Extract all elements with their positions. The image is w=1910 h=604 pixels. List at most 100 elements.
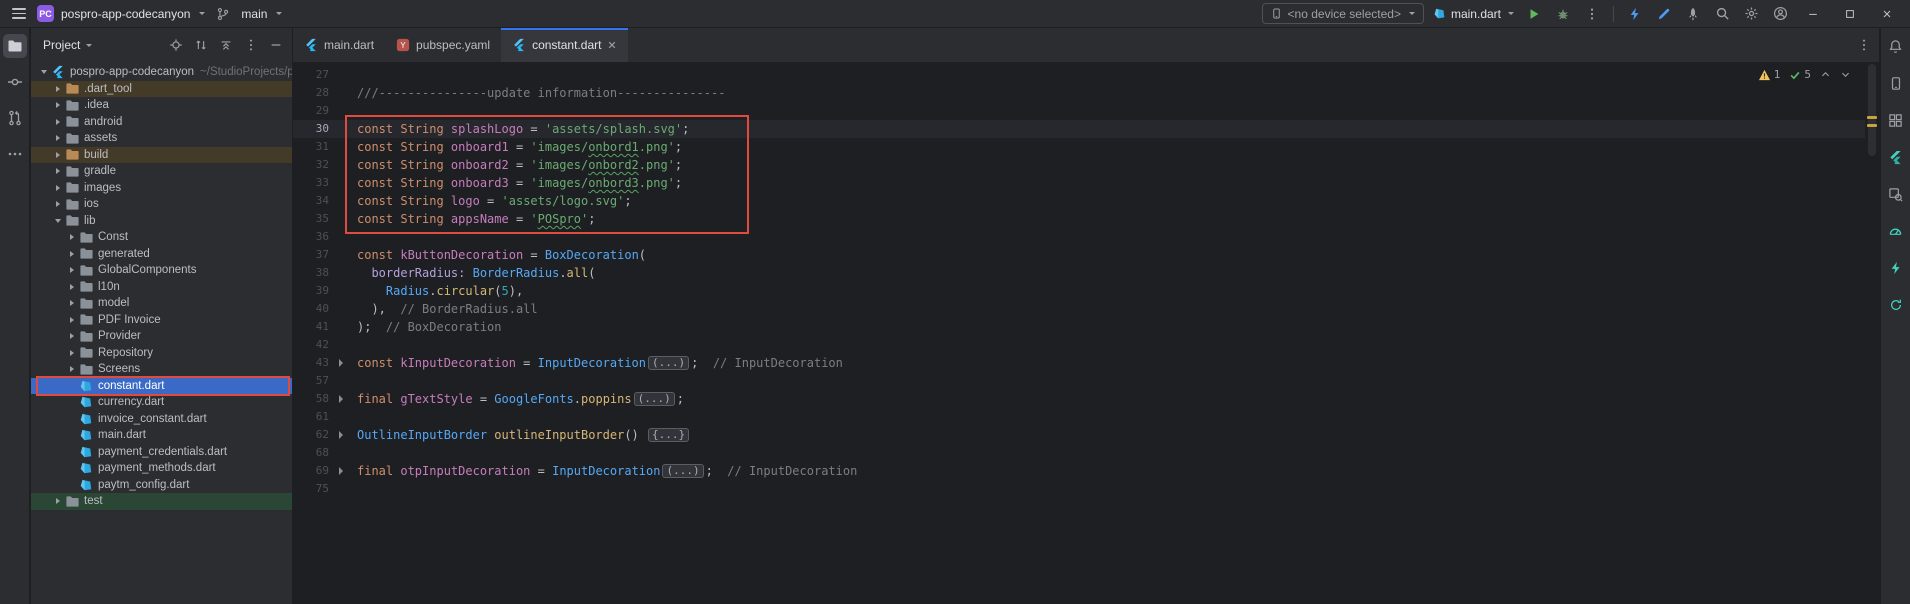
tree-item-test[interactable]: test [31,493,292,510]
project-name[interactable]: pospro-app-codecanyon [61,7,190,21]
code-text[interactable]: ), // BorderRadius.all [351,300,538,318]
tab-main.dart[interactable]: main.dart [293,28,385,62]
maximize-button[interactable] [1835,2,1865,26]
tree-item-Repository[interactable]: Repository [31,345,292,362]
chevron-right-icon[interactable] [51,168,64,174]
tree-item-main.dart[interactable]: main.dart [31,427,292,444]
fold-marker-icon[interactable] [331,390,351,408]
chevron-right-icon[interactable] [65,300,78,306]
fold-marker-icon[interactable] [331,426,351,444]
notifications-icon[interactable] [1884,34,1908,58]
code-text[interactable]: const String onboard3 = 'images/onbord3.… [351,174,682,192]
pull-requests-tool-window-icon[interactable] [3,106,27,130]
tree-item-.idea[interactable]: .idea [31,97,292,114]
next-problem-icon[interactable] [1840,69,1851,80]
tree-item-build[interactable]: build [31,147,292,164]
debug-button[interactable] [1552,3,1574,25]
code-text[interactable]: OutlineInputBorder outlineInputBorder() … [351,426,691,444]
main-menu-icon[interactable] [8,3,30,25]
tree-item-generated[interactable]: generated [31,246,292,263]
code-text[interactable] [351,336,357,354]
code-text[interactable]: const String splashLogo = 'assets/splash… [351,120,689,138]
code-text[interactable] [351,228,357,246]
commit-tool-window-icon[interactable] [3,70,27,94]
settings-gear-icon[interactable] [1740,3,1762,25]
code-text[interactable] [351,372,357,390]
code-text[interactable]: const String logo = 'assets/logo.svg'; [351,192,632,210]
flutter-inspector-icon[interactable] [1884,256,1908,280]
app-inspection-icon[interactable] [1884,182,1908,206]
chevron-down-icon[interactable] [37,70,50,74]
chevron-right-icon[interactable] [65,333,78,339]
code-text[interactable]: const kButtonDecoration = BoxDecoration( [351,246,646,264]
chevron-right-icon[interactable] [65,350,78,356]
emulator-icon[interactable] [1884,108,1908,132]
tree-item-currency.dart[interactable]: currency.dart [31,394,292,411]
code-fold-placeholder[interactable]: {...} [648,428,689,442]
more-actions-icon[interactable] [1581,3,1603,25]
tree-item-GlobalComponents[interactable]: GlobalComponents [31,262,292,279]
tree-item-lib[interactable]: lib [31,213,292,230]
chevron-right-icon[interactable] [65,366,78,372]
device-manager-icon[interactable] [1884,71,1908,95]
code-fold-placeholder[interactable]: (...) [634,392,675,406]
code-text[interactable] [351,444,357,462]
tree-item-Screens[interactable]: Screens [31,361,292,378]
chevron-right-icon[interactable] [65,234,78,240]
chevron-right-icon[interactable] [51,135,64,141]
code-text[interactable]: const String appsName = 'POSpro'; [351,210,595,228]
tree-item-l10n[interactable]: l10n [31,279,292,296]
tree-item-paytm_config.dart[interactable]: paytm_config.dart [31,477,292,494]
chevron-right-icon[interactable] [51,102,64,108]
tree-item-payment_methods.dart[interactable]: payment_methods.dart [31,460,292,477]
prev-problem-icon[interactable] [1820,69,1831,80]
chevron-right-icon[interactable] [51,86,64,92]
fold-marker-icon[interactable] [331,354,351,372]
code-text[interactable] [351,408,357,426]
chevron-right-icon[interactable] [51,201,64,207]
tab-options-icon[interactable] [1857,28,1879,62]
code-text[interactable]: const String onboard2 = 'images/onbord2.… [351,156,682,174]
tree-item-assets[interactable]: assets [31,130,292,147]
close-button[interactable] [1872,2,1902,26]
hot-reload-icon[interactable] [1884,293,1908,317]
tree-item-.dart_tool[interactable]: .dart_tool [31,81,292,98]
more-tool-windows-icon[interactable] [3,142,27,166]
chevron-right-icon[interactable] [51,498,64,504]
code-text[interactable] [351,480,357,498]
user-avatar[interactable] [1769,3,1791,25]
tree-item-PDF Invoice[interactable]: PDF Invoice [31,312,292,329]
error-stripe-mark[interactable] [1867,124,1877,127]
tree-item-ios[interactable]: ios [31,196,292,213]
tree-item-gradle[interactable]: gradle [31,163,292,180]
code-fold-placeholder[interactable]: (...) [662,464,703,478]
chevron-right-icon[interactable] [65,267,78,273]
rocket-icon[interactable] [1682,3,1704,25]
code-text[interactable]: const kInputDecoration = InputDecoration… [351,354,843,372]
code-text[interactable]: borderRadius: BorderRadius.all( [351,264,595,282]
search-icon[interactable] [1711,3,1733,25]
flutter-attach-icon[interactable] [1624,3,1646,25]
code-text[interactable]: Radius.circular(5), [351,282,523,300]
collapse-all-icon[interactable] [218,37,234,53]
tree-item-Provider[interactable]: Provider [31,328,292,345]
tab-pubspec.yaml[interactable]: Ypubspec.yaml [385,28,501,62]
device-selector[interactable]: <no device selected> [1262,3,1424,24]
close-tab-icon[interactable] [607,40,617,50]
code-text[interactable]: final gTextStyle = GoogleFonts.poppins(.… [351,390,684,408]
tree-item-model[interactable]: model [31,295,292,312]
flutter-outline-icon[interactable] [1884,145,1908,169]
chevron-right-icon[interactable] [51,152,64,158]
fold-marker-icon[interactable] [331,462,351,480]
tree-item-payment_credentials.dart[interactable]: payment_credentials.dart [31,444,292,461]
tree-item-pospro-app-codecanyon[interactable]: pospro-app-codecanyon~/StudioProjects/p [31,64,292,81]
expand-all-icon[interactable] [193,37,209,53]
tree-item-invoice_constant.dart[interactable]: invoice_constant.dart [31,411,292,428]
run-configuration[interactable]: main.dart [1431,7,1516,21]
code-text[interactable] [351,66,357,84]
project-badge[interactable]: PC [37,5,54,22]
locate-file-icon[interactable] [168,37,184,53]
flutter-devtools-icon[interactable] [1653,3,1675,25]
chevron-down-icon[interactable] [51,219,64,223]
code-text[interactable]: const String onboard1 = 'images/onbord1.… [351,138,682,156]
